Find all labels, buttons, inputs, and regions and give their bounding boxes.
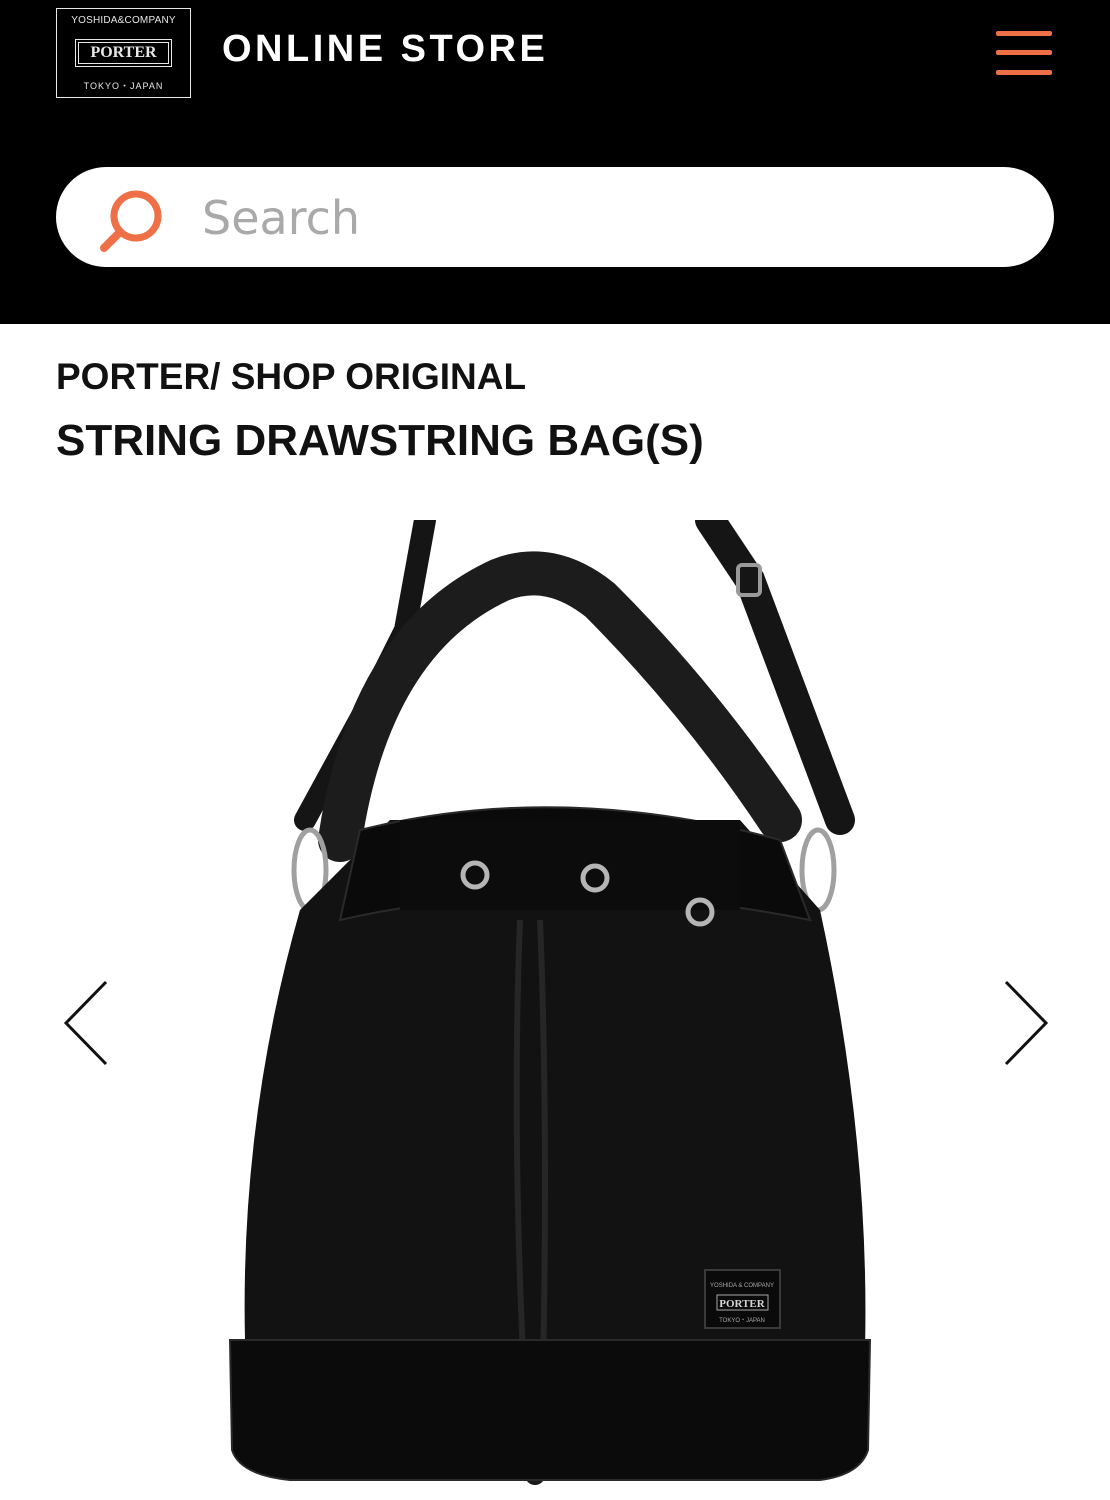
menu-bar	[996, 70, 1052, 75]
site-header: YOSHIDA&COMPANY PORTER TOKYO・JAPAN ONLIN…	[0, 0, 1110, 324]
menu-bar	[996, 50, 1052, 55]
bag-label-top-text: YOSHIDA & COMPANY	[710, 1283, 774, 1289]
product-image[interactable]: YOSHIDA & COMPANY PORTER TOKYO・JAPAN	[220, 520, 900, 1500]
chevron-left-icon[interactable]	[62, 978, 112, 1068]
menu-bar	[996, 31, 1052, 36]
logo-top-text: YOSHIDA&COMPANY	[71, 15, 176, 26]
search-icon[interactable]	[96, 186, 170, 254]
product-brand-line: PORTER/ SHOP ORIGINAL	[56, 356, 527, 397]
logo-brand-text: PORTER	[75, 39, 172, 67]
bag-label-brand-text: PORTER	[719, 1298, 766, 1310]
hamburger-menu-icon[interactable]	[994, 28, 1056, 80]
search-input[interactable]	[200, 182, 1004, 254]
chevron-right-icon[interactable]	[1000, 978, 1050, 1068]
product-title: STRING DRAWSTRING BAG(S)	[56, 416, 704, 465]
logo-bottom-text: TOKYO・JAPAN	[83, 81, 164, 91]
bag-label-bottom-text: TOKYO・JAPAN	[719, 1318, 765, 1324]
porter-logo[interactable]: YOSHIDA&COMPANY PORTER TOKYO・JAPAN	[56, 8, 191, 98]
store-title: ONLINE STORE	[222, 28, 549, 70]
